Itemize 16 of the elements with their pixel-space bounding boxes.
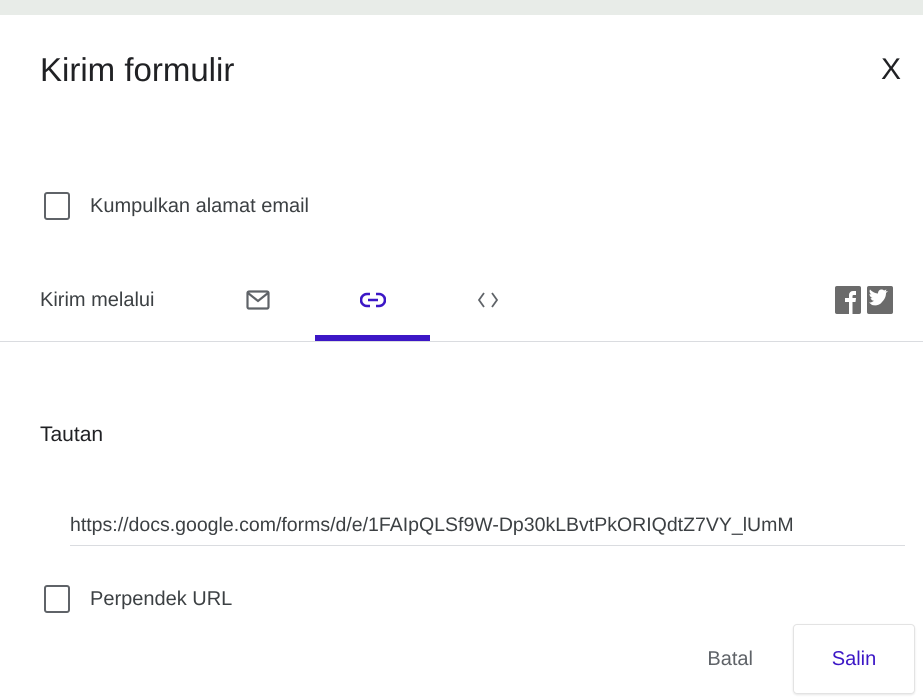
- url-field[interactable]: https://docs.google.com/forms/d/e/1FAIpQLSf9W-Dp30kLBvtPkORIQdtZ7VY_lUmM: [70, 514, 905, 546]
- code-icon: [476, 290, 498, 308]
- copy-button[interactable]: Salin: [793, 624, 915, 694]
- cancel-button[interactable]: Batal: [707, 648, 753, 670]
- checkbox[interactable]: [44, 585, 70, 613]
- link-heading: Tautan: [39, 422, 104, 447]
- bird-icon[interactable]: [867, 286, 893, 314]
- checkbox-label: Perpendek URL: [90, 588, 232, 610]
- facebook-icon[interactable]: [835, 286, 861, 314]
- envelope-icon: [246, 290, 270, 310]
- send-via-label: Kirim melalui: [40, 288, 156, 312]
- checkbox-label: Kumpulkan alamat email: [90, 194, 309, 218]
- link-icon: [360, 292, 386, 308]
- dialog-title: Kirim formulir: [40, 51, 234, 89]
- checkbox[interactable]: [44, 192, 70, 220]
- close-button[interactable]: X: [878, 53, 903, 87]
